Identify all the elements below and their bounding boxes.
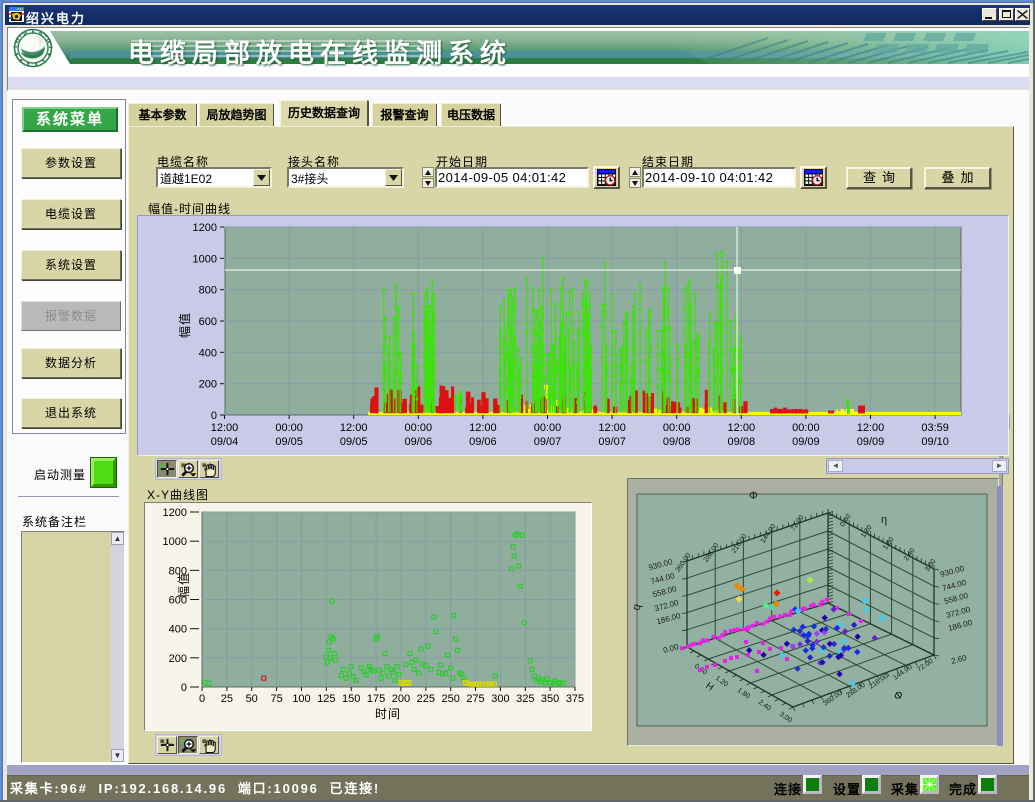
svg-text:03:59: 03:59 (921, 422, 949, 434)
svg-text:12:00: 12:00 (211, 422, 239, 434)
svg-text:12:00: 12:00 (469, 422, 497, 434)
svg-text:0: 0 (211, 410, 217, 422)
svg-text:09/07: 09/07 (534, 436, 562, 448)
svg-text:600: 600 (199, 316, 217, 328)
svg-text:1200: 1200 (163, 507, 187, 519)
svg-text:09/08: 09/08 (728, 436, 756, 448)
svg-text:800: 800 (199, 285, 217, 297)
svg-text:350: 350 (541, 693, 559, 705)
svg-text:150: 150 (342, 693, 360, 705)
svg-text:275: 275 (466, 693, 484, 705)
svg-text:12:00: 12:00 (728, 422, 756, 434)
svg-text:400: 400 (169, 624, 187, 636)
svg-text:75: 75 (270, 693, 282, 705)
svg-text:200: 200 (169, 653, 187, 665)
svg-text:325: 325 (516, 693, 534, 705)
svg-text:1000: 1000 (163, 536, 187, 548)
svg-text:12:00: 12:00 (340, 422, 368, 434)
svg-text:00:00: 00:00 (534, 422, 562, 434)
svg-text:100: 100 (292, 693, 310, 705)
svg-text:300: 300 (491, 693, 509, 705)
svg-text:09/04: 09/04 (211, 436, 239, 448)
svg-text:η: η (881, 514, 887, 526)
svg-text:12:00: 12:00 (857, 422, 885, 434)
svg-text:09/06: 09/06 (469, 436, 497, 448)
svg-text:幅值: 幅值 (177, 312, 192, 338)
svg-text:时间: 时间 (375, 707, 401, 721)
svg-text:09/09: 09/09 (792, 436, 820, 448)
svg-text:200: 200 (199, 379, 217, 391)
svg-text:0: 0 (181, 682, 187, 694)
svg-text:12:00: 12:00 (598, 422, 626, 434)
svg-text:09/05: 09/05 (275, 436, 303, 448)
svg-text:1000: 1000 (193, 253, 217, 265)
svg-text:1200: 1200 (193, 222, 217, 234)
svg-text:00:00: 00:00 (275, 422, 303, 434)
svg-text:125: 125 (317, 693, 335, 705)
svg-text:225: 225 (417, 693, 435, 705)
svg-text:50: 50 (246, 693, 258, 705)
svg-text:09/07: 09/07 (598, 436, 626, 448)
svg-text:幅值: 幅值 (176, 572, 191, 598)
svg-text:00:00: 00:00 (405, 422, 433, 434)
svg-text:25: 25 (221, 693, 233, 705)
svg-text:200: 200 (392, 693, 410, 705)
svg-text:250: 250 (442, 693, 460, 705)
svg-text:09/05: 09/05 (340, 436, 368, 448)
svg-text:09/10: 09/10 (921, 436, 949, 448)
svg-text:Φ: Φ (749, 490, 758, 502)
svg-text:400: 400 (199, 347, 217, 359)
svg-text:09/09: 09/09 (857, 436, 885, 448)
svg-text:09/08: 09/08 (663, 436, 691, 448)
svg-text:00:00: 00:00 (663, 422, 691, 434)
svg-text:175: 175 (367, 693, 385, 705)
svg-text:0: 0 (199, 693, 205, 705)
svg-text:375: 375 (566, 693, 584, 705)
svg-text:09/06: 09/06 (405, 436, 433, 448)
svg-text:00:00: 00:00 (792, 422, 820, 434)
